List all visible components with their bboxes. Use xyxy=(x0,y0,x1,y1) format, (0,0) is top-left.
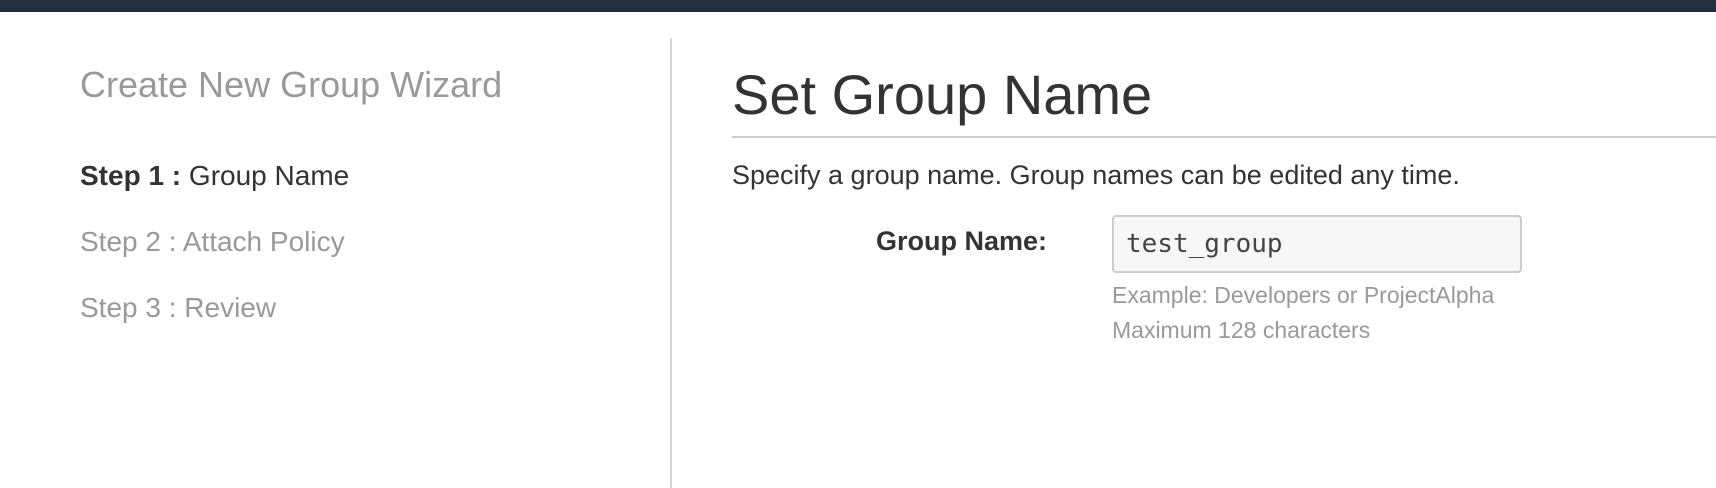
sidebar-divider xyxy=(670,38,672,488)
group-name-label: Group Name: xyxy=(876,226,1048,256)
wizard-step-attach-policy[interactable]: Step 2 : Attach Policy xyxy=(80,226,345,258)
step-label: Group Name xyxy=(188,160,350,191)
main-content: Set Group Name Specify a group name. Gro… xyxy=(732,12,1716,488)
group-name-example-hint: Example: Developers or ProjectAlpha xyxy=(1112,282,1495,308)
step-number: Step 2 : xyxy=(80,226,177,257)
step-number: Step 1 : xyxy=(80,160,182,191)
page-description: Specify a group name. Group names can be… xyxy=(732,160,1460,190)
group-name-max-length-hint: Maximum 128 characters xyxy=(1112,317,1371,343)
wizard-title: Create New Group Wizard xyxy=(80,64,503,105)
step-label: Attach Policy xyxy=(182,226,345,257)
step-number: Step 3 : xyxy=(80,292,177,323)
wizard-step-group-name[interactable]: Step 1 : Group Name xyxy=(80,160,349,192)
title-divider xyxy=(732,136,1716,138)
wizard-sidebar: Create New Group Wizard Step 1 : Group N… xyxy=(0,12,670,488)
top-navigation-bar xyxy=(0,0,1716,12)
page-title: Set Group Name xyxy=(732,63,1153,126)
group-name-input[interactable] xyxy=(1112,215,1522,273)
wizard-step-review[interactable]: Step 3 : Review xyxy=(80,292,276,324)
step-label: Review xyxy=(184,292,277,323)
